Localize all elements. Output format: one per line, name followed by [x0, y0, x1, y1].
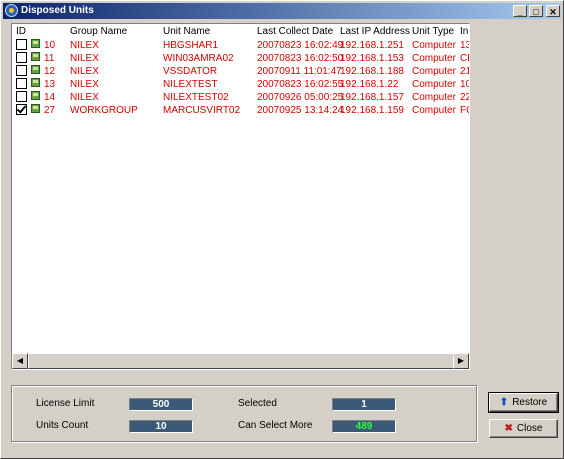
cell-group: WORKGROUP [70, 105, 138, 116]
scroll-left-icon[interactable]: ◀ [12, 353, 28, 369]
close-x-icon: ✖ [504, 423, 513, 434]
scroll-right-icon[interactable]: ▶ [453, 353, 469, 369]
cell-unit: NILEXTEST02 [163, 92, 229, 103]
scroll-thumb[interactable] [28, 353, 454, 369]
computer-unit-icon [31, 104, 40, 113]
close-window-button[interactable]: ✕ [546, 5, 560, 17]
cell-unit: VSSDATOR [163, 66, 218, 77]
list-header: ID Group Name Unit Name Last Collect Dat… [12, 24, 469, 39]
cell-unit: NILEXTEST [163, 79, 218, 90]
selected-value: 1 [332, 398, 396, 411]
cell-unit: HBGSHAR1 [163, 40, 219, 51]
cell-group: NILEX [70, 92, 99, 103]
cell-extra: FC [460, 105, 469, 116]
can-select-more-label: Can Select More [238, 420, 313, 431]
cell-type: Computer [412, 92, 456, 103]
title-bar[interactable]: Disposed Units _ □ ✕ [3, 3, 561, 19]
cell-type: Computer [412, 79, 456, 90]
cell-type: Computer [412, 105, 456, 116]
column-header-unit-name[interactable]: Unit Name [163, 26, 210, 37]
cell-date: 20070823 16:02:50 [257, 53, 344, 64]
cell-date: 20070823 16:02:55 [257, 79, 344, 90]
license-limit-value: 500 [129, 398, 193, 411]
cell-group: NILEX [70, 66, 99, 77]
cell-id: 14 [44, 92, 56, 103]
horizontal-scrollbar[interactable]: ◀ ▶ [12, 353, 469, 369]
cell-extra: 13 [460, 40, 469, 51]
units-list[interactable]: ID Group Name Unit Name Last Collect Dat… [11, 23, 470, 370]
column-header-last-collect-date[interactable]: Last Collect Date [257, 26, 333, 37]
cell-extra: CE [460, 53, 469, 64]
units-count-value: 10 [129, 420, 193, 433]
cell-ip: 192.168.1.22 [340, 79, 399, 90]
computer-unit-icon [31, 91, 40, 100]
row-checkbox[interactable] [16, 65, 27, 76]
cell-date: 20070925 13:14:24 [257, 105, 344, 116]
license-info-panel: License Limit 500 Units Count 10 Selecte… [11, 385, 477, 442]
window-title: Disposed Units [21, 5, 94, 16]
restore-button-label: Restore [512, 397, 548, 408]
restore-button[interactable]: ⬆ Restore [488, 392, 559, 413]
row-checkbox[interactable] [16, 104, 27, 115]
computer-unit-icon [31, 39, 40, 48]
table-row[interactable]: 14 NILEX NILEXTEST02 20070926 05:00:25 192.1… [12, 91, 469, 104]
cell-ip: 192.168.1.157 [340, 92, 404, 103]
minimize-button[interactable]: _ [513, 5, 527, 17]
cell-type: Computer [412, 40, 456, 51]
table-row[interactable]: 13 NILEX NILEXTEST 20070823 16:02:55 192.168… [12, 78, 469, 91]
cell-ip: 192.168.1.159 [340, 105, 404, 116]
cell-id: 27 [44, 105, 56, 116]
cell-extra: 22 [460, 92, 469, 103]
cell-id: 12 [44, 66, 56, 77]
row-checkbox[interactable] [16, 52, 27, 63]
cell-ip: 192.168.1.251 [340, 40, 404, 51]
column-header-unit-type[interactable]: Unit Type [412, 26, 454, 37]
column-header-id[interactable]: ID [16, 26, 26, 37]
restore-arrow-icon: ⬆ [499, 397, 509, 408]
column-header-extra[interactable]: In [460, 26, 468, 37]
can-select-more-value: 489 [332, 420, 396, 433]
cell-extra: 10 [460, 79, 469, 90]
maximize-button[interactable]: □ [529, 5, 543, 17]
cell-ip: 192.168.1.188 [340, 66, 404, 77]
cell-ip: 192.168.1.153 [340, 53, 404, 64]
cell-group: NILEX [70, 79, 99, 90]
cell-group: NILEX [70, 53, 99, 64]
cell-id: 10 [44, 40, 56, 51]
cell-date: 20070911 11:01:47 [257, 66, 342, 77]
computer-unit-icon [31, 65, 40, 74]
row-checkbox[interactable] [16, 78, 27, 89]
row-checkbox[interactable] [16, 91, 27, 102]
table-row[interactable]: 12 NILEX VSSDATOR 20070911 11:01:47 192.168.… [12, 65, 469, 78]
cell-type: Computer [412, 53, 456, 64]
close-button-label: Close [516, 423, 543, 434]
app-icon [5, 4, 18, 17]
close-button[interactable]: ✖ Close [489, 419, 558, 438]
cell-type: Computer [412, 66, 456, 77]
units-count-label: Units Count [36, 420, 89, 431]
row-checkbox[interactable] [16, 39, 27, 50]
license-limit-label: License Limit [36, 398, 95, 409]
cell-unit: WIN03AMRA02 [163, 53, 234, 64]
selected-label: Selected [238, 398, 277, 409]
cell-extra: 21 [460, 66, 469, 77]
cell-date: 20070926 05:00:25 [257, 92, 344, 103]
cell-group: NILEX [70, 40, 99, 51]
cell-id: 11 [44, 53, 55, 64]
computer-unit-icon [31, 52, 40, 61]
column-header-group-name[interactable]: Group Name [70, 26, 127, 37]
cell-id: 13 [44, 79, 56, 90]
disposed-units-window: Disposed Units _ □ ✕ ID Group Name Unit … [0, 0, 564, 459]
column-header-last-ip-address[interactable]: Last IP Address [340, 26, 410, 37]
table-row[interactable]: 10 NILEX HBGSHAR1 20070823 16:02:49 192.168.… [12, 39, 469, 52]
cell-date: 20070823 16:02:49 [257, 40, 344, 51]
cell-unit: MARCUSVIRT02 [163, 105, 241, 116]
table-row[interactable]: 11 NILEX WIN03AMRA02 20070823 16:02:50 192.1… [12, 52, 469, 65]
table-row[interactable]: 27 WORKGROUP MARCUSVIRT02 20070925 13:14:24… [12, 104, 469, 117]
computer-unit-icon [31, 78, 40, 87]
